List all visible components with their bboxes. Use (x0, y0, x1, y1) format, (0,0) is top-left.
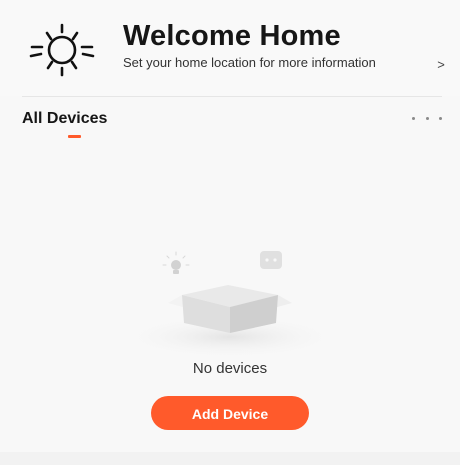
more-icon[interactable] (412, 110, 442, 126)
bottom-bar (0, 452, 460, 465)
more-dot (439, 116, 442, 120)
location-hint: Set your home location for more informat… (123, 55, 376, 70)
more-dot (412, 116, 415, 120)
empty-state-text: No devices (192, 360, 268, 377)
divider (22, 96, 442, 97)
sun-icon (29, 23, 95, 77)
chevron-right-icon[interactable]: > (432, 56, 450, 74)
home-screen: Welcome Home Set your home location for … (0, 0, 460, 465)
tab-active-indicator (68, 135, 81, 138)
welcome-header[interactable]: Welcome Home Set your home location for … (0, 0, 460, 96)
add-device-button[interactable]: Add Device (151, 396, 309, 430)
welcome-title: Welcome Home (123, 20, 341, 52)
tab-all-devices[interactable]: All Devices (22, 110, 107, 128)
more-dot (425, 116, 429, 120)
empty-box-icon (120, 251, 340, 355)
